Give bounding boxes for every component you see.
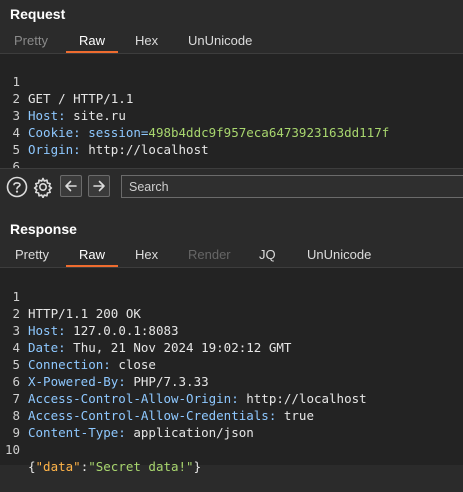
header-name: Content-Type: [28, 425, 126, 440]
header-name: Host: [28, 323, 66, 338]
header-name: Origin: [28, 142, 81, 157]
header-line: Host: site.ru [28, 107, 126, 124]
header-value: http://localhost [238, 391, 367, 406]
response-tab-hex[interactable]: Hex [135, 245, 158, 265]
header-value: application/json [125, 425, 254, 440]
json-brace-close: } [193, 459, 202, 474]
json-string-value: "Secret data!" [88, 459, 194, 474]
request-tab-ununicode[interactable]: UnUnicode [188, 31, 252, 51]
request-tab-hex[interactable]: Hex [135, 31, 158, 51]
header-name: X-Powered-By: [28, 374, 126, 389]
header-value: 127.0.0.1:8083 [65, 323, 179, 338]
response-tabs: Pretty Raw Hex Render JQ UnUnicode [0, 245, 463, 267]
line-number: 10 [4, 442, 20, 457]
arrow-left-icon[interactable] [60, 175, 82, 197]
response-tab-raw[interactable]: Raw [79, 245, 105, 265]
header-name: Connection: [28, 357, 111, 372]
header-name: Access-Control-Allow-Credentials: [28, 408, 277, 423]
request-tab-raw[interactable]: Raw [79, 31, 105, 51]
header-line: X-Powered-By: PHP/7.3.33 [28, 373, 209, 390]
cookie-value: 498b4ddc9f957eca6473923163dd117f [148, 125, 390, 140]
header-name: Date: [28, 340, 66, 355]
question-circle-icon[interactable] [6, 176, 28, 198]
header-line: Origin: http://localhost [28, 141, 209, 158]
header-line: Access-Control-Allow-Origin: http://loca… [28, 390, 367, 407]
header-line: Cookie: session=498b4ddc9f957eca64739231… [28, 124, 389, 141]
header-value: true [276, 408, 314, 423]
request-editor[interactable]: 1 GET / HTTP/1.1 2 Host: site.ru 3 Cooki… [0, 53, 463, 174]
header-value: Thu, 21 Nov 2024 19:02:12 GMT [65, 340, 292, 355]
header-line: Access-Control-Allow-Credentials: true [28, 407, 314, 424]
header-name: Access-Control-Allow-Origin: [28, 391, 239, 406]
status-line: HTTP/1.1 200 OK [28, 306, 141, 321]
gear-icon[interactable] [32, 176, 54, 199]
json-key: "data" [35, 459, 81, 474]
json-body-line: {"data":"Secret data!"} [28, 458, 201, 475]
request-tab-pretty[interactable]: Pretty [14, 31, 48, 51]
header-line: Date: Thu, 21 Nov 2024 19:02:12 GMT [28, 339, 291, 356]
header-value: http://localhost [80, 142, 209, 157]
request-tabs: Pretty Raw Hex UnUnicode [0, 31, 463, 53]
json-brace-open: { [28, 459, 36, 474]
request-panel-title: Request [10, 6, 66, 22]
panel-divider [0, 205, 463, 215]
response-tab-jq[interactable]: JQ [259, 245, 276, 265]
response-tab-render: Render [188, 247, 231, 262]
request-line: GET / HTTP/1.1 [28, 91, 134, 106]
header-value: site.ru [65, 108, 126, 123]
arrow-right-icon[interactable] [88, 175, 110, 197]
header-value: PHP/7.3.33 [125, 374, 209, 389]
search-input[interactable] [121, 175, 463, 198]
response-panel-title: Response [10, 221, 77, 237]
response-editor[interactable]: 1 HTTP/1.1 200 OK 2 Host: 127.0.0.1:8083… [0, 267, 463, 474]
response-tab-ununicode[interactable]: UnUnicode [307, 245, 371, 265]
header-name: Host: [28, 108, 66, 123]
header-name: Cookie: [28, 125, 81, 140]
response-tab-pretty[interactable]: Pretty [15, 245, 49, 265]
header-line: Host: 127.0.0.1:8083 [28, 322, 179, 339]
header-line: Content-Type: application/json [28, 424, 254, 441]
header-value: close [110, 357, 156, 372]
request-toolbar [0, 168, 463, 206]
cookie-name: session= [80, 125, 149, 140]
header-line: Connection: close [28, 356, 156, 373]
